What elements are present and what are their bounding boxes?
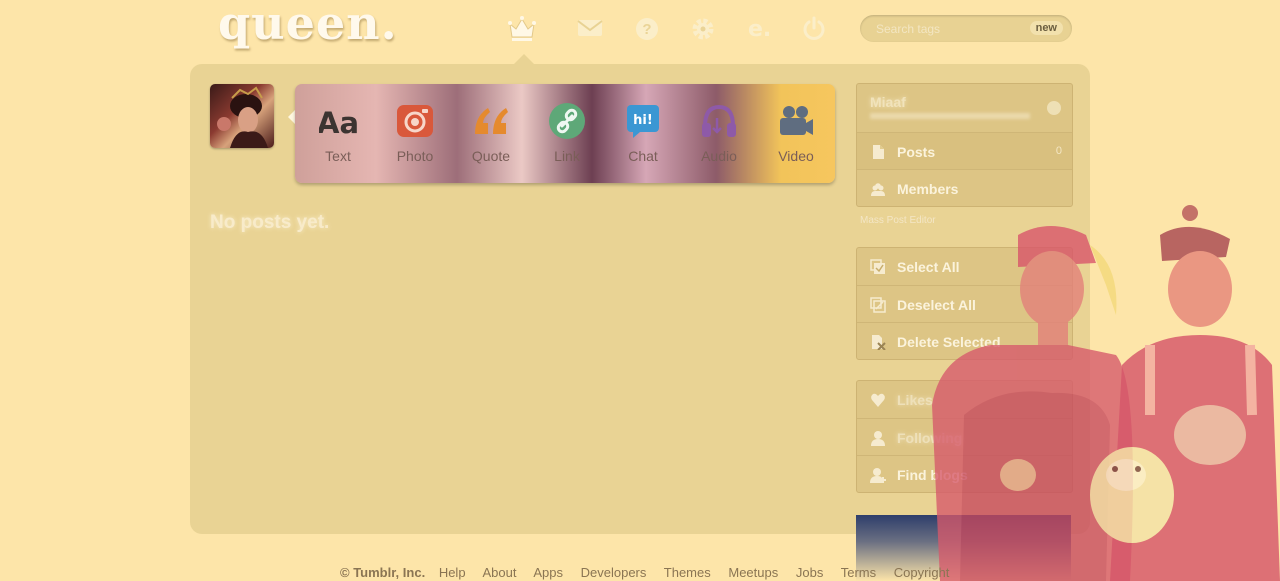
post-count: 0 (1055, 145, 1062, 157)
footer-link-jobs[interactable]: Jobs (796, 565, 823, 580)
post-type-photo[interactable]: Photo (377, 84, 453, 183)
headphones-icon (700, 102, 738, 140)
sidebar-item-find-blogs[interactable]: Find blogs (857, 455, 1072, 492)
video-icon (777, 102, 815, 140)
footer: © Tumblr, Inc. Help About Apps Developer… (340, 565, 963, 580)
footer-link-about[interactable]: About (482, 565, 516, 580)
svg-text:e.: e. (748, 17, 771, 41)
site-logo[interactable]: queen. (218, 0, 398, 50)
footer-link-themes[interactable]: Themes (664, 565, 711, 580)
blog-subtitle (870, 113, 1030, 119)
link-icon (548, 102, 586, 140)
search-input[interactable] (874, 20, 1018, 38)
post-type-link[interactable]: Link (529, 84, 605, 183)
svg-text:hi!: hi! (633, 113, 653, 128)
sidebar-item-likes[interactable]: Likes (857, 381, 1072, 418)
help-icon[interactable]: ? (635, 17, 659, 41)
blog-header[interactable]: Miaaf (857, 84, 1072, 132)
footer-link-terms[interactable]: Terms (841, 565, 876, 580)
sidebar-item-label: Select All (897, 259, 960, 275)
deselect-all-button[interactable]: Deselect All (857, 285, 1072, 322)
select-all-button[interactable]: Select All (857, 248, 1072, 285)
post-type-audio[interactable]: Audio (681, 84, 757, 183)
mass-editor-menu: Select All Deselect All Delete Selected (856, 247, 1073, 360)
footer-link-apps[interactable]: Apps (533, 565, 563, 580)
post-type-label: Text (325, 148, 351, 164)
sidebar-item-label: Likes (897, 392, 933, 408)
avatar[interactable] (210, 84, 274, 148)
sidebar-item-label: Delete Selected (897, 334, 1001, 350)
blog-menu: Miaaf Posts 0 Members (856, 83, 1073, 207)
add-icon[interactable] (1047, 101, 1061, 115)
post-type-label: Audio (701, 148, 737, 164)
copyright-text: © Tumblr, Inc. (340, 565, 426, 580)
footer-link-developers[interactable]: Developers (581, 565, 647, 580)
sidebar-item-members[interactable]: Members (857, 169, 1072, 206)
account-menu: Likes Following Find blogs (856, 380, 1073, 493)
sidebar-item-label: Members (897, 181, 959, 197)
empty-state-message: No posts yet. (210, 212, 330, 233)
quote-icon (472, 102, 510, 140)
delete-selected-button[interactable]: Delete Selected (857, 322, 1072, 359)
heart-icon (870, 392, 886, 408)
post-type-text[interactable]: Aa Text (300, 84, 376, 183)
sidebar-item-label: Deselect All (897, 297, 976, 313)
post-type-chat[interactable]: hi! Chat (605, 84, 681, 183)
sidebar-item-posts[interactable]: Posts 0 (857, 132, 1072, 169)
post-type-label: Chat (628, 148, 658, 164)
footer-link-meetups[interactable]: Meetups (728, 565, 778, 580)
post-type-bar: Aa Text Photo Quote Link hi! Chat Audio (295, 84, 835, 183)
settings-icon[interactable] (691, 17, 715, 41)
dashboard-crown-icon[interactable] (507, 14, 537, 44)
post-type-quote[interactable]: Quote (453, 84, 529, 183)
post-type-video[interactable]: Video (758, 84, 834, 183)
camera-icon (396, 102, 434, 140)
post-type-label: Quote (471, 148, 511, 164)
chat-icon: hi! (624, 102, 662, 140)
document-icon (870, 144, 886, 160)
sidebar-item-label: Posts (897, 144, 936, 160)
blog-name: Miaaf (870, 94, 906, 110)
logout-icon[interactable] (802, 16, 826, 40)
mass-editor-label: Mass Post Editor (860, 215, 936, 226)
edit-icon[interactable]: e. (746, 15, 774, 42)
sidebar-item-label: Find blogs (897, 467, 968, 483)
sidebar-item-following[interactable]: Following (857, 418, 1072, 455)
deselect-all-icon (870, 297, 886, 313)
post-type-label: Video (778, 148, 814, 164)
new-badge: new (1029, 21, 1063, 35)
delete-selected-icon (870, 334, 886, 351)
find-blogs-icon (870, 467, 886, 483)
members-icon (870, 181, 886, 197)
select-all-icon (870, 259, 886, 275)
search-bar: new (860, 15, 1072, 42)
post-type-label: Photo (396, 148, 434, 164)
svg-text:?: ? (642, 21, 651, 38)
footer-link-help[interactable]: Help (439, 565, 466, 580)
text-icon: Aa (317, 102, 359, 140)
footer-link-copyright[interactable]: Copyright (894, 565, 950, 580)
person-icon (870, 430, 886, 446)
sidebar-item-label: Following (897, 430, 963, 446)
post-type-label: Link (554, 148, 580, 164)
svg-text:Aa: Aa (319, 106, 357, 140)
messages-icon[interactable] (577, 17, 603, 39)
